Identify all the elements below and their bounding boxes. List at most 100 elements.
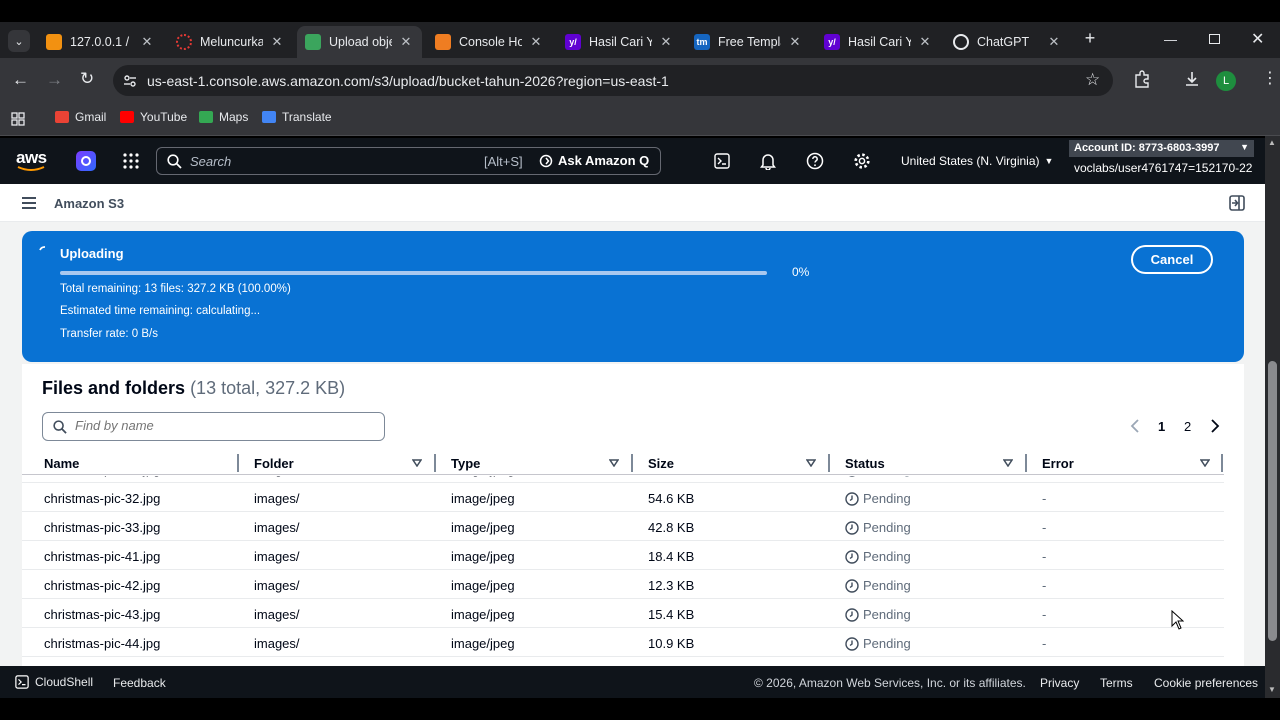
reload-icon[interactable]: ↻ — [80, 69, 94, 89]
browser-tab[interactable]: y/Hasil Cari Ya ✕ — [557, 26, 682, 58]
feedback-link[interactable]: Feedback — [113, 676, 166, 690]
region-selector[interactable]: United States (N. Virginia) ▼ — [901, 154, 1053, 168]
browser-tab[interactable]: Meluncurkan ✕ — [168, 26, 293, 58]
column-size[interactable]: Size — [648, 456, 674, 471]
tab-title: Hasil Cari Ya — [589, 35, 652, 49]
close-tab-icon[interactable]: ✕ — [269, 34, 285, 50]
browser-tab[interactable]: ChatGPT ✕ — [945, 26, 1070, 58]
browser-tab[interactable]: Upload obje ✕ — [297, 26, 422, 58]
cancel-upload-button[interactable]: Cancel — [1131, 245, 1213, 274]
minimize-icon[interactable]: — — [1164, 32, 1177, 47]
close-tab-icon[interactable]: ✕ — [1046, 34, 1062, 50]
column-resizer[interactable] — [434, 454, 436, 472]
cloudshell-button[interactable]: CloudShell — [15, 675, 93, 689]
progress-percent: 0% — [792, 265, 810, 279]
bookmark-label: YouTube — [140, 110, 188, 124]
bookmarks-bar: Gmail YouTube Maps Translate — [0, 102, 1280, 136]
close-tab-icon[interactable]: ✕ — [917, 34, 933, 50]
close-tab-icon[interactable]: ✕ — [658, 34, 674, 50]
column-error[interactable]: Error — [1042, 456, 1074, 471]
browser-tab[interactable]: tm Free Templat ✕ — [686, 26, 811, 58]
services-grid-icon[interactable] — [123, 153, 139, 169]
tab-favicon-icon: tm — [694, 34, 710, 50]
back-icon[interactable]: ← — [12, 70, 29, 90]
browser-tab[interactable]: Console Hon ✕ — [427, 26, 552, 58]
status-text: Pending — [863, 636, 911, 651]
scroll-up-icon[interactable]: ▲ — [1268, 138, 1276, 147]
aws-search-box[interactable]: Search [Alt+S] Ask Amazon Q — [156, 147, 661, 175]
forward-icon[interactable]: → — [46, 70, 63, 90]
help-icon[interactable] — [806, 152, 824, 170]
column-resizer[interactable] — [631, 454, 633, 472]
next-page-icon[interactable] — [1210, 419, 1220, 433]
find-by-name-field[interactable] — [42, 412, 385, 441]
browser-menu-icon[interactable]: ⋮ — [1262, 68, 1278, 88]
close-window-icon[interactable]: ✕ — [1251, 29, 1264, 49]
amazon-q-icon[interactable] — [76, 151, 96, 171]
terms-link[interactable]: Terms — [1100, 676, 1133, 690]
prev-page-icon[interactable] — [1130, 419, 1140, 433]
status-text: Pending — [863, 607, 911, 622]
close-tab-icon[interactable]: ✕ — [139, 34, 155, 50]
cell-folder: images/ — [254, 549, 300, 564]
column-resizer[interactable] — [1025, 454, 1027, 472]
browser-tab[interactable]: 127.0.0.1 / 12 ✕ — [38, 26, 163, 58]
close-tab-icon[interactable]: ✕ — [528, 34, 544, 50]
find-by-name-input[interactable] — [75, 418, 365, 433]
restore-icon[interactable] — [1209, 34, 1220, 44]
sort-icon[interactable] — [412, 459, 422, 467]
bookmark-item[interactable]: Maps — [199, 110, 248, 124]
account-selector[interactable]: Account ID: 8773-6803-3997 ▼ — [1069, 140, 1254, 157]
side-panel-icon[interactable] — [1229, 195, 1245, 211]
new-tab-icon[interactable]: + — [1080, 28, 1100, 48]
notifications-bell-icon[interactable] — [760, 152, 776, 170]
extensions-icon[interactable] — [1133, 70, 1151, 88]
service-name[interactable]: Amazon S3 — [54, 196, 124, 211]
tab-favicon-icon — [46, 34, 62, 50]
apps-grid-icon[interactable] — [11, 112, 25, 126]
column-status[interactable]: Status — [845, 456, 885, 471]
page-scrollbar[interactable]: ▲ ▼ — [1265, 136, 1280, 698]
bookmark-star-icon[interactable]: ☆ — [1085, 70, 1100, 90]
sort-icon[interactable] — [1200, 459, 1210, 467]
cell-folder: images/ — [254, 636, 300, 651]
download-icon[interactable] — [1183, 70, 1201, 88]
address-bar[interactable]: us-east-1.console.aws.amazon.com/s3/uplo… — [113, 65, 1113, 96]
profile-avatar[interactable]: L — [1216, 71, 1236, 91]
bookmark-item[interactable]: Gmail — [55, 110, 106, 124]
cell-error: - — [1042, 607, 1047, 622]
settings-gear-icon[interactable] — [853, 152, 871, 170]
cell-folder: images/ — [254, 607, 300, 622]
column-resizer[interactable] — [828, 454, 830, 472]
sort-icon[interactable] — [806, 459, 816, 467]
bookmark-item[interactable]: Translate — [262, 110, 332, 124]
browser-tab[interactable]: y/Hasil Cari Ya ✕ — [816, 26, 941, 58]
cookie-preferences-link[interactable]: Cookie preferences — [1154, 676, 1258, 690]
ask-q-label: Ask Amazon Q — [558, 153, 650, 168]
sort-icon[interactable] — [609, 459, 619, 467]
close-tab-icon[interactable]: ✕ — [398, 34, 414, 50]
site-info-icon[interactable] — [123, 74, 137, 88]
aws-logo[interactable]: aws — [16, 148, 47, 172]
cloudshell-icon[interactable] — [714, 153, 730, 169]
cell-type: image/jpeg — [451, 549, 515, 564]
tab-search-icon[interactable]: ⌄ — [8, 30, 30, 52]
column-type[interactable]: Type — [451, 456, 480, 471]
column-resizer[interactable] — [237, 454, 239, 472]
column-folder[interactable]: Folder — [254, 456, 294, 471]
column-resizer[interactable] — [1221, 454, 1223, 472]
table-row: christmas-pic-31.jpg images/image/jpeg 26.… — [22, 476, 1224, 483]
sort-icon[interactable] — [1003, 459, 1013, 467]
cell-type: image/jpeg — [451, 491, 515, 506]
bookmark-item[interactable]: YouTube — [120, 110, 187, 124]
column-name[interactable]: Name — [44, 456, 79, 471]
page-2-button[interactable]: 2 — [1184, 419, 1191, 434]
hamburger-menu-icon[interactable] — [21, 196, 37, 210]
page-1-button[interactable]: 1 — [1158, 419, 1165, 434]
ask-amazon-q-button[interactable]: Ask Amazon Q — [539, 153, 649, 168]
close-tab-icon[interactable]: ✕ — [787, 34, 803, 50]
privacy-link[interactable]: Privacy — [1040, 676, 1079, 690]
copyright-text: © 2026, Amazon Web Services, Inc. or its… — [754, 676, 1026, 690]
scroll-down-icon[interactable]: ▼ — [1268, 685, 1276, 694]
scrollbar-thumb[interactable] — [1268, 361, 1277, 641]
